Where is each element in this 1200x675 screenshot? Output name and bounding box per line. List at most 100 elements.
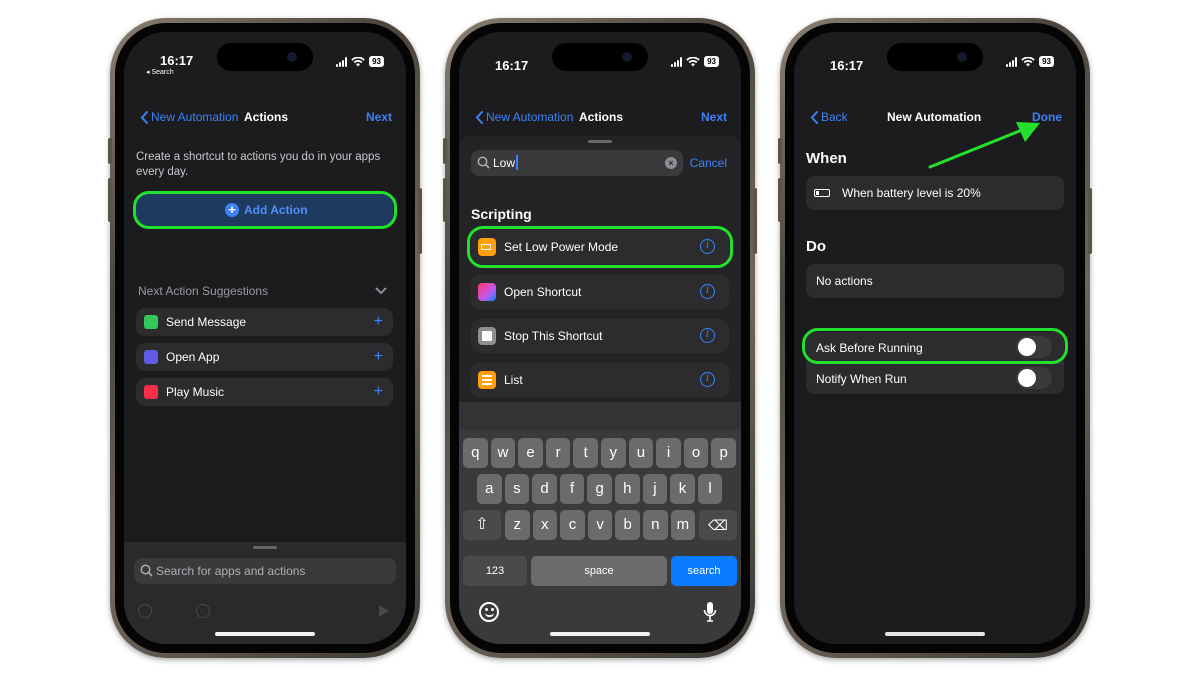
dynamic-island <box>887 43 983 71</box>
microphone-icon[interactable] <box>703 601 717 623</box>
key-m[interactable]: m <box>670 510 696 540</box>
action-label: List <box>504 373 523 387</box>
undo-icon[interactable] <box>138 604 152 618</box>
battery-badge: 93 <box>1039 56 1054 67</box>
do-header: Do <box>806 238 826 255</box>
search-icon <box>140 564 153 577</box>
shortcuts-icon <box>478 283 496 301</box>
clear-icon[interactable]: × <box>665 157 677 169</box>
key-i[interactable]: i <box>656 438 681 468</box>
info-icon[interactable]: i <box>700 372 715 387</box>
key-o[interactable]: o <box>683 438 709 468</box>
suggestion-row[interactable]: Send Message + <box>136 308 393 336</box>
section-header: Scripting <box>471 206 532 222</box>
key-a[interactable]: a <box>477 474 502 504</box>
arrow-annotation <box>928 122 1040 169</box>
chevron-down-icon[interactable] <box>375 287 387 295</box>
delete-key[interactable]: ⌫ <box>699 510 737 540</box>
key-l[interactable]: l <box>697 474 723 504</box>
numbers-key[interactable]: 123 <box>463 556 527 586</box>
key-y[interactable]: y <box>601 438 626 468</box>
dynamic-island <box>217 43 313 71</box>
stop-icon <box>478 327 496 345</box>
actions-row[interactable]: No actions <box>806 264 1064 298</box>
space-key[interactable]: space <box>531 556 667 586</box>
key-w[interactable]: w <box>490 438 516 468</box>
key-d[interactable]: d <box>532 474 557 504</box>
add-icon[interactable]: + <box>374 384 383 400</box>
info-icon[interactable]: i <box>700 328 715 343</box>
keyboard: qwertyuiop asdfghjkl zxcvbnm ⇧ ⌫ 123 spa… <box>459 402 741 644</box>
nav-title: Actions <box>579 110 624 124</box>
key-e[interactable]: e <box>518 438 543 468</box>
key-k[interactable]: k <box>670 474 695 504</box>
shift-key[interactable]: ⇧ <box>463 510 501 540</box>
status-time: 16:17 <box>495 58 529 73</box>
highlight-ring <box>802 328 1068 364</box>
search-icon <box>477 156 490 169</box>
emoji-icon[interactable] <box>479 602 499 622</box>
key-z[interactable]: z <box>505 510 530 540</box>
key-c[interactable]: c <box>560 510 585 540</box>
list-icon <box>478 371 496 389</box>
back-button[interactable]: New Automation <box>140 110 238 124</box>
back-button[interactable]: Back <box>810 110 848 124</box>
action-row[interactable]: Open Shortcut i <box>471 275 729 309</box>
search-input[interactable]: Search for apps and actions <box>134 558 396 584</box>
add-icon[interactable]: + <box>374 349 383 365</box>
wifi-icon <box>1021 56 1035 66</box>
search-placeholder: Search for apps and actions <box>156 564 306 578</box>
key-u[interactable]: u <box>628 438 654 468</box>
drag-handle[interactable] <box>253 546 277 549</box>
notify-when-run-toggle[interactable] <box>1016 367 1052 389</box>
screen: 16:17 93 New Automation Actions Next Low… <box>459 32 741 644</box>
highlight-ring <box>133 191 397 229</box>
cancel-button[interactable]: Cancel <box>690 156 727 170</box>
key-j[interactable]: j <box>642 474 668 504</box>
phone-2: 16:17 93 New Automation Actions Next Low… <box>443 18 757 658</box>
action-label: Open Shortcut <box>504 285 582 299</box>
message-icon <box>144 315 158 329</box>
key-s[interactable]: s <box>504 474 530 504</box>
suggestion-row[interactable]: Play Music + <box>136 378 393 406</box>
bottom-panel: Search for apps and actions <box>124 542 406 644</box>
back-label: New Automation <box>151 110 239 124</box>
key-n[interactable]: n <box>643 510 668 540</box>
action-row[interactable]: Stop This Shortcut i <box>471 319 729 353</box>
key-g[interactable]: g <box>587 474 612 504</box>
key-q[interactable]: q <box>463 438 488 468</box>
back-to-search-link[interactable]: ◂ Search <box>146 68 174 76</box>
key-p[interactable]: p <box>711 438 736 468</box>
wifi-icon <box>686 56 700 66</box>
music-icon <box>144 385 158 399</box>
key-f[interactable]: f <box>559 474 585 504</box>
next-button[interactable]: Next <box>701 110 727 124</box>
back-label: New Automation <box>486 110 574 124</box>
suggestions-header: Next Action Suggestions <box>138 284 269 298</box>
search-key[interactable]: search <box>671 556 737 586</box>
key-t[interactable]: t <box>573 438 598 468</box>
nav-title: Actions <box>244 110 289 124</box>
open-app-icon <box>144 350 158 364</box>
nav-bar: New Automation Actions Next <box>124 108 406 130</box>
redo-icon[interactable] <box>196 604 210 618</box>
key-x[interactable]: x <box>532 510 558 540</box>
drag-handle[interactable] <box>588 140 612 143</box>
info-icon[interactable]: i <box>700 284 715 299</box>
key-r[interactable]: r <box>545 438 571 468</box>
key-v[interactable]: v <box>587 510 613 540</box>
key-b[interactable]: b <box>615 510 640 540</box>
suggestion-row[interactable]: Open App + <box>136 343 393 371</box>
next-button[interactable]: Next <box>366 110 392 124</box>
signal-icon <box>1006 56 1018 67</box>
play-icon[interactable] <box>378 604 390 618</box>
trigger-row[interactable]: When battery level is 20% <box>806 176 1064 210</box>
signal-icon <box>671 56 683 67</box>
home-indicator <box>885 632 985 636</box>
add-icon[interactable]: + <box>374 314 383 330</box>
nav-bar: New Automation Actions Next <box>459 108 741 130</box>
back-button[interactable]: New Automation <box>475 110 573 124</box>
search-input[interactable]: Low × <box>471 150 683 176</box>
key-h[interactable]: h <box>615 474 640 504</box>
action-row[interactable]: List i <box>471 363 729 397</box>
